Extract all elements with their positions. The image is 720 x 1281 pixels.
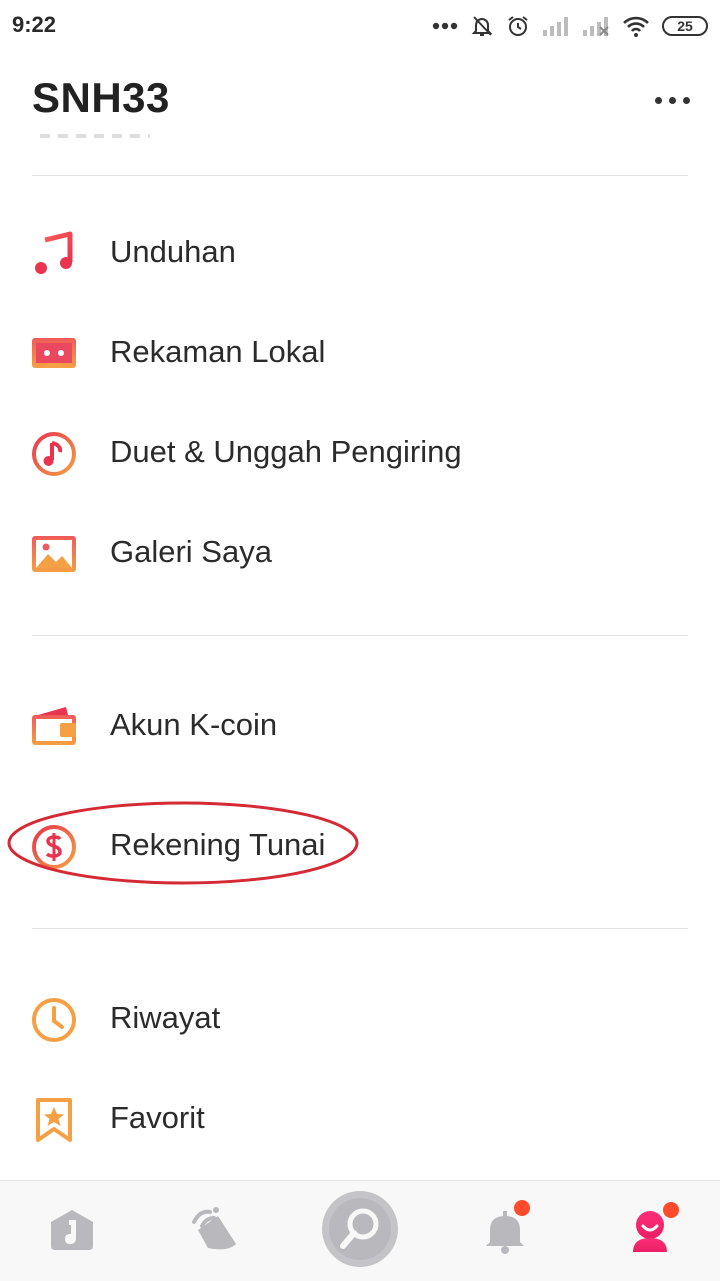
menu-item-akun-kcoin[interactable]: Akun K-coin <box>0 675 720 775</box>
alarm-icon <box>506 14 530 38</box>
wallet-icon <box>30 703 78 751</box>
menu-item-label: Riwayat <box>110 1000 221 1035</box>
signal-no-service-icon <box>582 16 610 36</box>
gallery-icon <box>30 530 78 578</box>
more-dot-icon <box>654 96 662 104</box>
divider <box>32 175 688 176</box>
menu-item-label: Akun K-coin <box>110 707 278 742</box>
music-note-icon <box>30 230 78 278</box>
menu-item-label: Duet & Unggah Pengiring <box>110 434 462 469</box>
clock-icon <box>30 996 78 1044</box>
more-dot-icon <box>668 96 676 104</box>
tab-sing[interactable] <box>300 1181 420 1281</box>
scroll-fade-hint <box>40 134 150 138</box>
menu-item-label: Favorit <box>110 1100 205 1135</box>
dollar-circle-icon <box>30 823 78 871</box>
tab-profile[interactable] <box>590 1181 710 1281</box>
divider <box>32 928 688 929</box>
menu-item-duet-unggah[interactable]: Duet & Unggah Pengiring <box>0 402 720 502</box>
menu-item-riwayat[interactable]: Riwayat <box>0 968 720 1068</box>
bookmark-star-icon <box>30 1096 78 1144</box>
mute-bell-icon <box>470 14 494 38</box>
profile-badge <box>663 1202 679 1218</box>
menu-item-galeri-saya[interactable]: Galeri Saya <box>0 502 720 602</box>
menu-item-label: Rekaman Lokal <box>110 334 326 369</box>
signal-icon <box>542 16 570 36</box>
cassette-icon <box>30 330 78 378</box>
battery-icon: 25 <box>662 16 708 36</box>
more-options-button[interactable] <box>644 80 700 120</box>
tab-notifications[interactable] <box>445 1181 565 1281</box>
mic-tab-icon <box>321 1190 399 1273</box>
profile-tab-icon <box>625 1202 679 1256</box>
menu-item-unduhan[interactable]: Unduhan <box>0 202 720 302</box>
menu-item-label: Galeri Saya <box>110 534 272 569</box>
bottom-nav <box>0 1180 720 1281</box>
feed-tab-icon <box>188 1204 242 1259</box>
menu-item-rekening-tunai[interactable]: Rekening Tunai <box>0 795 720 895</box>
notification-badge <box>514 1200 530 1216</box>
more-notifications-icon <box>432 22 458 30</box>
status-bar: 9:22 25 <box>0 0 720 52</box>
divider <box>32 635 688 636</box>
music-circle-icon <box>30 430 78 478</box>
menu-item-rekaman-lokal[interactable]: Rekaman Lokal <box>0 302 720 402</box>
bell-tab-icon <box>480 1200 530 1256</box>
menu-item-label: Rekening Tunai <box>110 827 326 862</box>
menu-item-label: Unduhan <box>110 234 236 269</box>
tab-feed[interactable] <box>155 1181 275 1281</box>
wifi-icon <box>622 15 650 37</box>
status-icons: 25 <box>432 10 708 42</box>
menu-item-favorit[interactable]: Favorit <box>0 1068 720 1168</box>
more-dot-icon <box>682 96 690 104</box>
home-tab-icon <box>47 1204 97 1259</box>
header: SNH33 <box>0 60 720 140</box>
page-title: SNH33 <box>32 74 170 121</box>
tab-home[interactable] <box>12 1181 132 1281</box>
status-time: 9:22 <box>12 12 57 37</box>
